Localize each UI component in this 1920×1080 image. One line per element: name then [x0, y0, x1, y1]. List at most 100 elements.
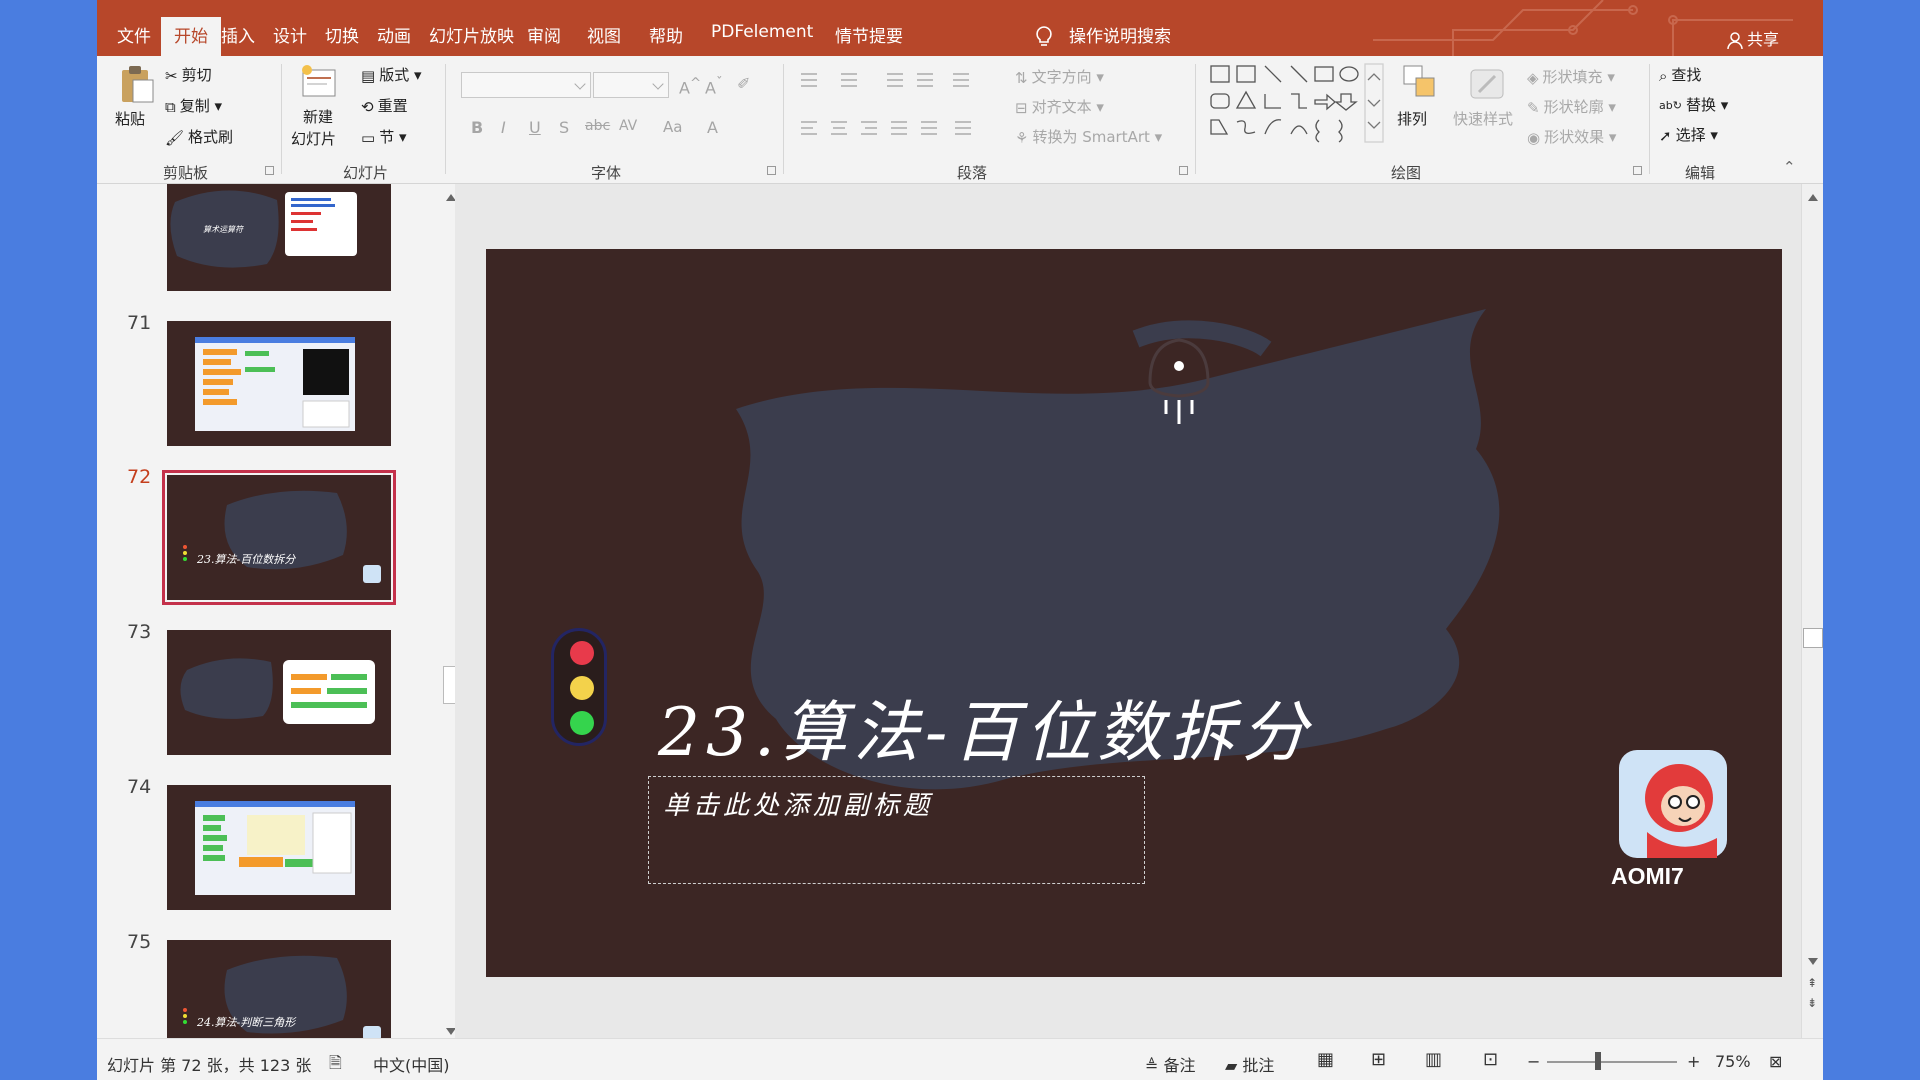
underline-button[interactable]: U [529, 118, 541, 137]
thumbnail-slide-73[interactable] [167, 630, 391, 755]
subtitle-placeholder-box[interactable]: 单击此处添加副标题 [648, 776, 1145, 884]
shape-fill-button[interactable]: ◈ 形状填充 ▾ [1527, 66, 1615, 87]
zoom-out-icon[interactable]: − [1527, 1052, 1540, 1071]
paragraph-icons[interactable] [795, 66, 1005, 156]
comments-button[interactable]: ▰ 批注 [1225, 1052, 1274, 1076]
arrange-button[interactable]: 排列 [1397, 64, 1443, 160]
format-painter-button[interactable]: 🖌 格式刷 [165, 126, 233, 147]
zoom-slider-thumb[interactable] [1595, 1052, 1601, 1070]
shape-effects-label: 形状效果 [1544, 128, 1605, 146]
slide-title[interactable]: 23.算法-百位数拆分 [658, 679, 1313, 775]
next-slide-icon[interactable]: ⇟ [1807, 996, 1817, 1010]
shadow-button[interactable]: S [559, 118, 569, 137]
lightbulb-icon [1036, 26, 1052, 46]
smartart-button[interactable]: ⚘ 转换为 SmartArt ▾ [1015, 126, 1162, 147]
clear-format-icon[interactable]: ✐ [737, 74, 750, 93]
effects-icon: ◉ [1527, 128, 1541, 147]
shape-outline-button[interactable]: ✎ 形状轮廓 ▾ [1527, 96, 1616, 117]
clipboard-launcher[interactable] [265, 166, 274, 175]
tab-review[interactable]: 审阅 [527, 22, 561, 47]
font-group-label: 字体 [591, 164, 622, 182]
slide-thumbnails-pane: 算术运算符 71 72 23.算法-百位数拆分 73 74 75 24.算法-判… [115, 184, 460, 1038]
thumbnail-slide-71[interactable] [167, 321, 391, 446]
new-slide-button[interactable]: 新建 幻灯片 [287, 62, 353, 158]
divider [281, 64, 282, 174]
previous-slide-icon[interactable]: ⇞ [1807, 976, 1817, 990]
slides-group-label: 幻灯片 [343, 164, 389, 182]
align-text-icon: ⊟ [1015, 98, 1028, 117]
share-button[interactable]: 共享 [1727, 26, 1779, 50]
replace-icon: ab↻ [1659, 99, 1682, 112]
thumbnail-slide-74[interactable] [167, 785, 391, 910]
thumbnail-slide-75[interactable]: 24.算法-判断三角形 [167, 940, 391, 1038]
thumbnail-slide-72-selected[interactable]: 23.算法-百位数拆分 [162, 470, 396, 605]
tab-transitions[interactable]: 切换 [325, 22, 359, 47]
shape-effects-button[interactable]: ◉ 形状效果 ▾ [1527, 126, 1616, 147]
tab-storyboarding[interactable]: 情节提要 [835, 22, 903, 47]
find-button[interactable]: ⌕ 查找 [1659, 64, 1701, 85]
bold-button[interactable]: B [471, 118, 483, 137]
quick-styles-button[interactable]: 快速样式 [1451, 64, 1523, 160]
increase-font-icon[interactable]: A^ [679, 76, 701, 97]
language-indicator[interactable]: 中文(中国) [373, 1052, 450, 1076]
tab-pdfelement[interactable]: PDFelement [711, 22, 813, 42]
tell-me-search[interactable]: 操作说明搜索 [1069, 22, 1171, 47]
tab-file[interactable]: 文件 [117, 22, 151, 47]
font-color-button[interactable]: A [707, 118, 718, 137]
section-button[interactable]: ▭ 节 ▾ [361, 126, 407, 147]
decrease-font-icon[interactable]: Aˇ [705, 76, 723, 97]
scrollbar-thumb[interactable] [1803, 628, 1823, 648]
tab-home[interactable]: 开始 [161, 17, 221, 58]
scroll-up-icon[interactable] [1808, 194, 1818, 201]
comment-icon: ▰ [1225, 1056, 1243, 1075]
slide-sorter-icon[interactable]: ⊞ [1371, 1049, 1386, 1070]
collapse-ribbon-icon[interactable]: ⌃ [1783, 158, 1796, 176]
notes-button[interactable]: ≜ 备注 [1145, 1052, 1196, 1076]
layout-button[interactable]: ▤ 版式 ▾ [361, 64, 422, 85]
smartart-label: 转换为 SmartArt [1032, 128, 1150, 146]
text-direction-button[interactable]: ⇅ 文字方向 ▾ [1015, 66, 1104, 87]
zoom-slider[interactable] [1547, 1061, 1677, 1063]
copy-button[interactable]: ⧉ 复制 ▾ [165, 95, 222, 116]
paste-button[interactable]: 粘贴 [115, 62, 159, 152]
reading-view-icon[interactable]: ▥ [1425, 1049, 1442, 1070]
paragraph-launcher[interactable] [1179, 166, 1188, 175]
tab-view[interactable]: 视图 [587, 22, 621, 47]
replace-button[interactable]: ab↻ 替换 ▾ [1659, 94, 1728, 115]
slide-number-72: 72 [127, 466, 152, 488]
font-launcher[interactable] [767, 166, 776, 175]
slideshow-view-icon[interactable]: ⊡ [1483, 1049, 1498, 1070]
scroll-down-icon[interactable] [1808, 958, 1818, 965]
tab-design[interactable]: 设计 [273, 22, 307, 47]
align-text-button[interactable]: ⊟ 对齐文本 ▾ [1015, 96, 1104, 117]
subtitle-placeholder[interactable]: 单击此处添加副标题 [663, 785, 933, 822]
divider [445, 64, 446, 174]
fit-to-window-icon[interactable]: ⊠ [1769, 1052, 1782, 1071]
normal-view-icon[interactable]: ▦ [1317, 1049, 1334, 1070]
shapes-gallery[interactable] [1207, 62, 1385, 146]
tab-slideshow[interactable]: 幻灯片放映 [429, 22, 514, 47]
zoom-level[interactable]: 75% [1715, 1052, 1751, 1071]
strikethrough-button[interactable]: abc [585, 118, 610, 134]
tab-animations[interactable]: 动画 [377, 22, 411, 47]
section-label: 节 [379, 128, 395, 146]
spell-check-icon[interactable]: 🗎 [329, 1052, 342, 1079]
thumbnail-slide-70[interactable]: 算术运算符 [167, 184, 391, 291]
yellow-light [570, 676, 594, 700]
tab-insert[interactable]: 插入 [221, 22, 255, 47]
char-spacing-button[interactable]: AV [619, 118, 637, 134]
select-button[interactable]: ➚ 选择 ▾ [1659, 124, 1718, 145]
italic-button[interactable]: I [501, 118, 506, 137]
thumbnail-title: 24.算法-判断三角形 [197, 1016, 296, 1029]
font-family-select[interactable] [461, 72, 591, 98]
tab-help[interactable]: 帮助 [649, 22, 683, 47]
drawing-launcher[interactable] [1633, 166, 1642, 175]
current-slide[interactable]: 23.算法-百位数拆分 单击此处添加副标题 AOMI7 [486, 249, 1782, 977]
cut-button[interactable]: ✂ 剪切 [165, 64, 212, 85]
align-text-label: 对齐文本 [1031, 98, 1092, 116]
editor-scrollbar[interactable]: ⇞ ⇟ [1801, 184, 1823, 1038]
font-size-select[interactable] [593, 72, 669, 98]
reset-button[interactable]: ⟲ 重置 [361, 95, 408, 116]
zoom-in-icon[interactable]: + [1687, 1052, 1700, 1071]
change-case-button[interactable]: Aa [663, 118, 682, 136]
